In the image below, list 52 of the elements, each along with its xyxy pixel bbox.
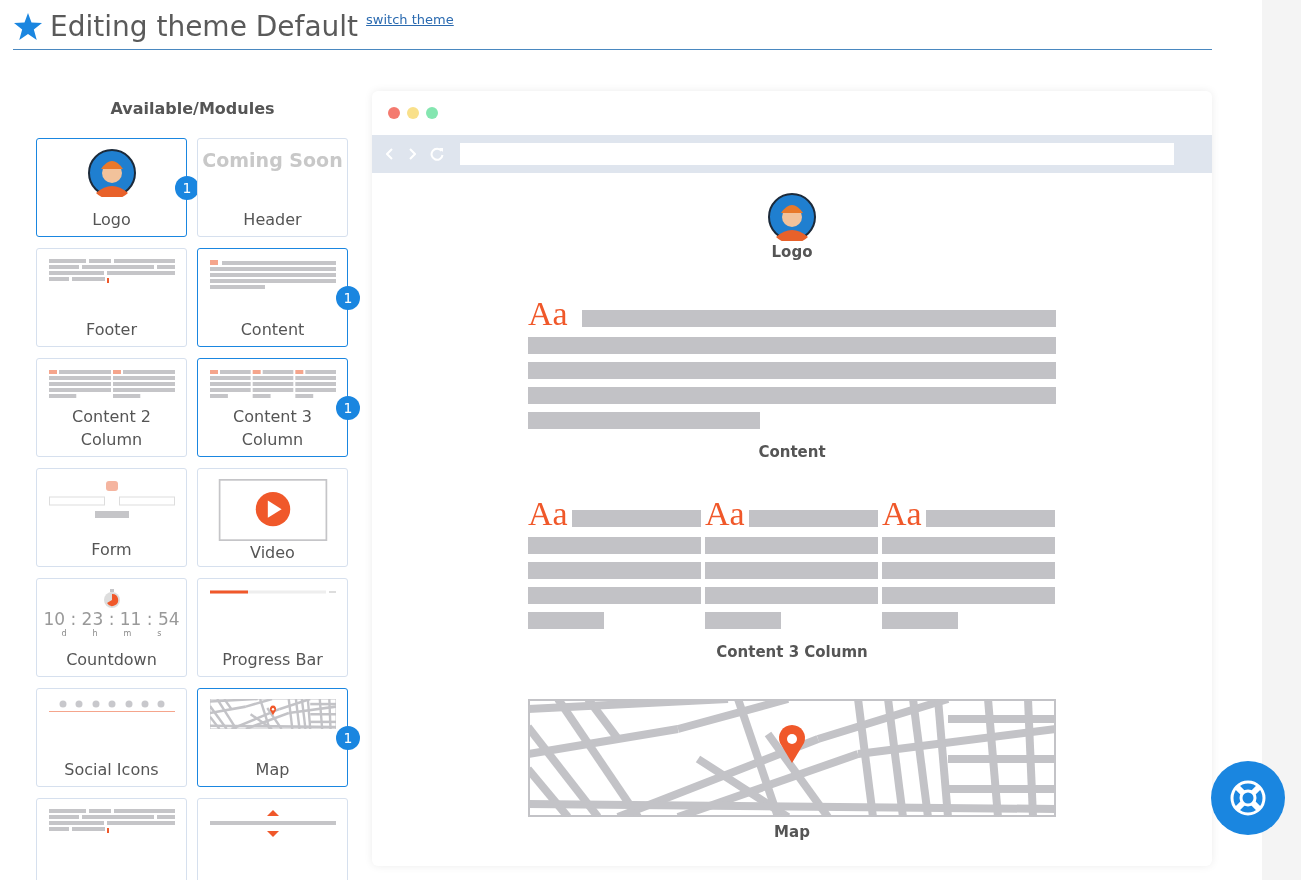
section-caption: Logo xyxy=(771,243,813,261)
module-label: Logo xyxy=(92,209,131,231)
module-label: Header xyxy=(243,209,302,231)
module-label: Content xyxy=(240,319,305,341)
address-field[interactable] xyxy=(460,143,1174,165)
reload-icon[interactable] xyxy=(430,147,444,161)
lifebuoy-icon xyxy=(1228,778,1268,818)
unit-label: h xyxy=(92,629,98,638)
module-tile[interactable]: Footer xyxy=(36,248,187,347)
sample-glyph: Aa xyxy=(882,499,922,529)
module-label: Countdown xyxy=(66,649,157,671)
module-tile[interactable]: Progress Bar xyxy=(197,578,348,677)
count-badge: 1 xyxy=(336,395,360,420)
module-label: Footer xyxy=(86,319,137,341)
unit-label: s xyxy=(157,629,162,638)
module-tile[interactable]: 10 : 23 : 11 : 54 d h m s Countdown xyxy=(36,578,187,677)
module-label: Social Icons xyxy=(64,759,159,781)
maximize-dot-icon xyxy=(426,107,438,119)
module-tile[interactable] xyxy=(36,798,187,880)
switch-theme-link[interactable]: switch theme xyxy=(366,12,454,27)
module-tile[interactable]: Content 2 Column xyxy=(36,358,187,457)
forward-icon[interactable] xyxy=(408,148,416,160)
section-caption: Content xyxy=(758,443,826,461)
section-caption: Content 3 Column xyxy=(716,643,868,661)
sample-glyph: Aa xyxy=(528,499,568,529)
module-label: Content 3 Column xyxy=(232,406,313,451)
module-label: Form xyxy=(91,539,132,561)
module-tile[interactable]: Form xyxy=(36,468,187,567)
countdown-digits: 10 : 23 : 11 : 54 xyxy=(43,609,180,629)
count-badge: 1 xyxy=(336,285,360,310)
unit-label: m xyxy=(123,629,132,638)
module-label: Content 2 Column xyxy=(71,406,152,451)
sample-glyph: Aa xyxy=(528,299,568,329)
module-label: Video xyxy=(250,542,295,564)
panel-heading: Available/Modules xyxy=(109,99,276,118)
avatar-icon xyxy=(768,193,816,241)
module-label: Map xyxy=(255,759,290,781)
section-caption: Map xyxy=(774,823,810,841)
page-title: Editing theme Default xyxy=(50,10,359,44)
back-icon[interactable] xyxy=(386,148,394,160)
sample-glyph: Aa xyxy=(705,499,745,529)
module-tile[interactable] xyxy=(197,798,348,880)
module-tile[interactable]: Social Icons xyxy=(36,688,187,787)
close-dot-icon xyxy=(388,107,400,119)
stopwatch-icon xyxy=(102,589,121,609)
minimize-dot-icon xyxy=(407,107,419,119)
module-tile[interactable]: Video xyxy=(197,468,348,567)
count-badge: 1 xyxy=(336,725,360,750)
unit-label: d xyxy=(61,629,67,638)
star-icon xyxy=(14,13,42,40)
module-label: Progress Bar xyxy=(222,649,323,671)
avatar-icon xyxy=(87,149,136,197)
